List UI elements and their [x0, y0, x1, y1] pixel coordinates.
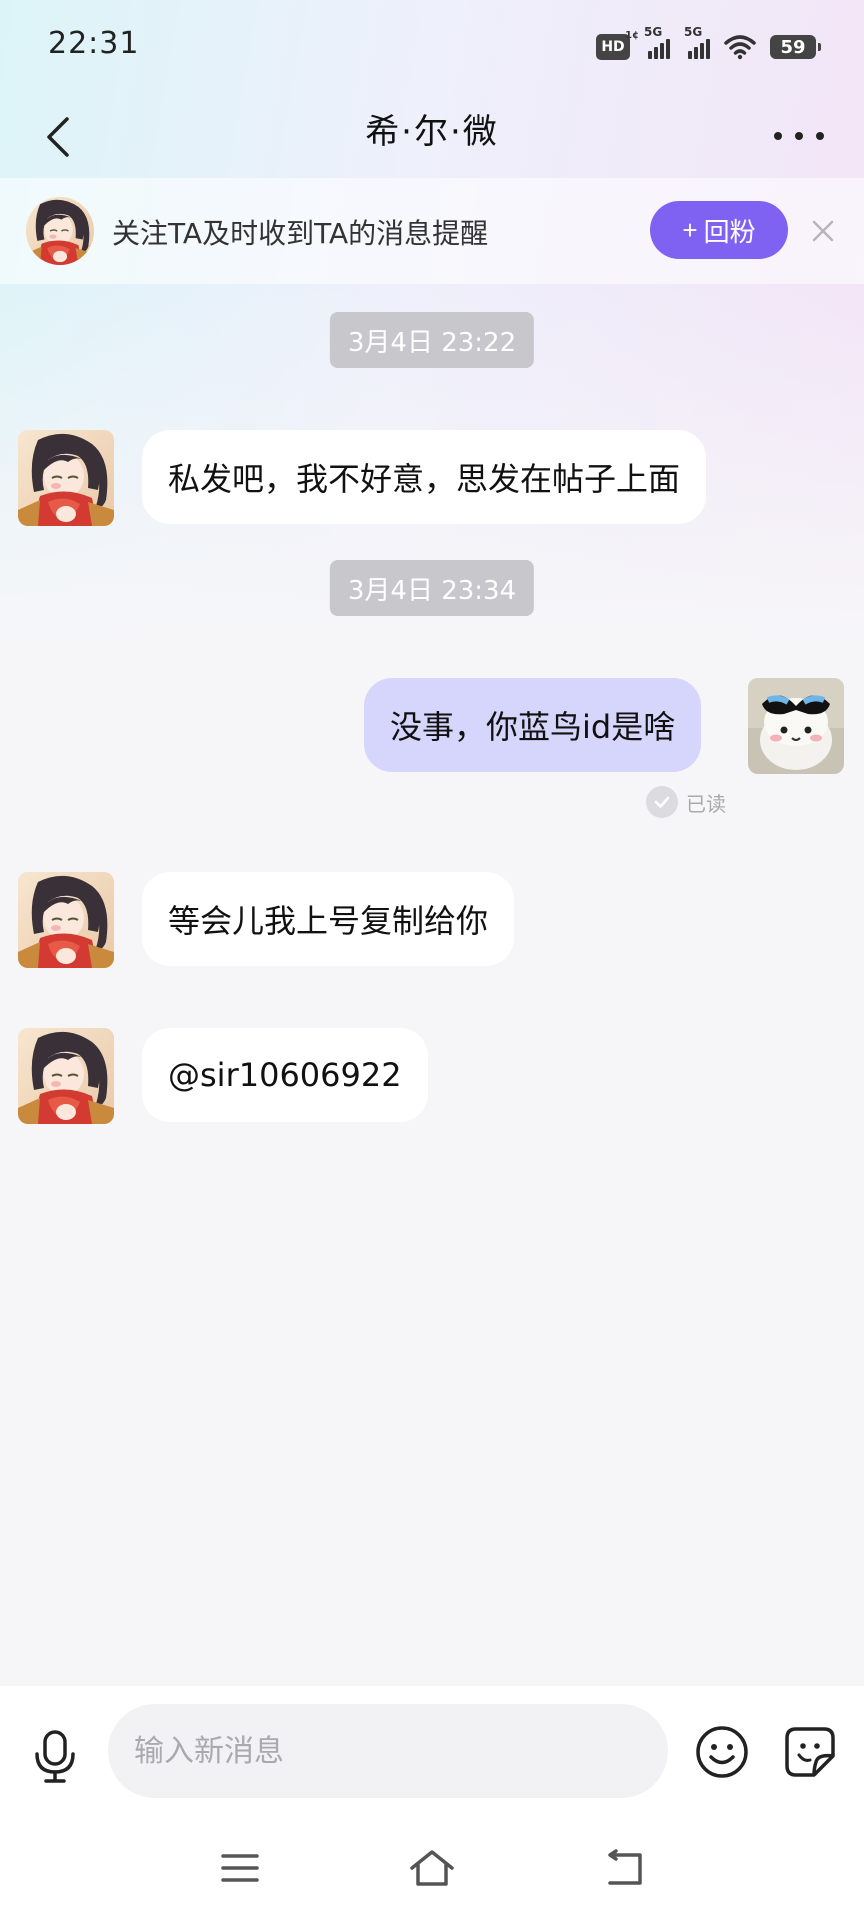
system-nav-bar	[0, 1816, 864, 1920]
menu-button[interactable]	[210, 1840, 270, 1896]
avatar[interactable]	[18, 872, 114, 968]
status-bar: 22:31 HD 5G 5G 59	[0, 0, 864, 90]
chat-title: 希·尔·微	[365, 112, 499, 152]
check-icon	[646, 786, 678, 818]
chat-header: 希·尔·微	[0, 90, 864, 180]
signal-icon: 5G	[644, 25, 670, 59]
menu-icon	[221, 1854, 259, 1882]
read-status: 已读	[646, 786, 726, 818]
wifi-icon	[724, 35, 756, 60]
message-input[interactable]	[108, 1704, 668, 1798]
status-time: 22:31	[48, 26, 140, 61]
microphone-icon[interactable]	[30, 1726, 80, 1786]
more-options-button[interactable]	[774, 114, 824, 158]
avatar[interactable]	[18, 430, 114, 526]
message-bubble[interactable]: @sir10606922	[142, 1028, 428, 1122]
follow-prompt-text: 关注TA及时收到TA的消息提醒	[112, 217, 489, 250]
follow-banner: 关注TA及时收到TA的消息提醒 + 回粉	[0, 178, 864, 284]
input-bar	[0, 1686, 864, 1816]
home-button[interactable]	[402, 1840, 462, 1896]
battery-icon: 59	[770, 35, 821, 59]
follow-back-button[interactable]: + 回粉	[650, 201, 788, 259]
avatar[interactable]	[26, 197, 94, 265]
timestamp: 3月4日 23:22	[329, 312, 535, 368]
back-nav-button[interactable]	[594, 1840, 654, 1896]
avatar[interactable]	[18, 1028, 114, 1124]
back-arrow-icon	[608, 1849, 642, 1885]
smiley-icon[interactable]	[694, 1724, 750, 1780]
message-bubble[interactable]: 没事，你蓝鸟id是啥	[364, 678, 702, 772]
message-bubble[interactable]: 私发吧，我不好意，思发在帖子上面	[142, 430, 707, 524]
sticker-icon[interactable]	[782, 1724, 838, 1780]
hd-icon: HD	[596, 30, 639, 60]
plus-icon: +	[682, 214, 698, 245]
avatar[interactable]	[748, 678, 844, 774]
home-icon	[410, 1850, 454, 1886]
signal-icon: 5G	[684, 25, 710, 59]
close-icon[interactable]	[804, 212, 842, 250]
network-label: 5G	[644, 25, 663, 39]
network-label: 5G	[684, 25, 703, 39]
follow-back-label: 回粉	[703, 216, 756, 247]
status-icons: HD 5G 5G 59	[596, 25, 821, 64]
timestamp: 3月4日 23:34	[329, 560, 535, 616]
read-status-label: 已读	[686, 791, 726, 816]
more-dots-icon	[774, 132, 782, 140]
message-bubble[interactable]: 等会儿我上号复制给你	[142, 872, 515, 966]
